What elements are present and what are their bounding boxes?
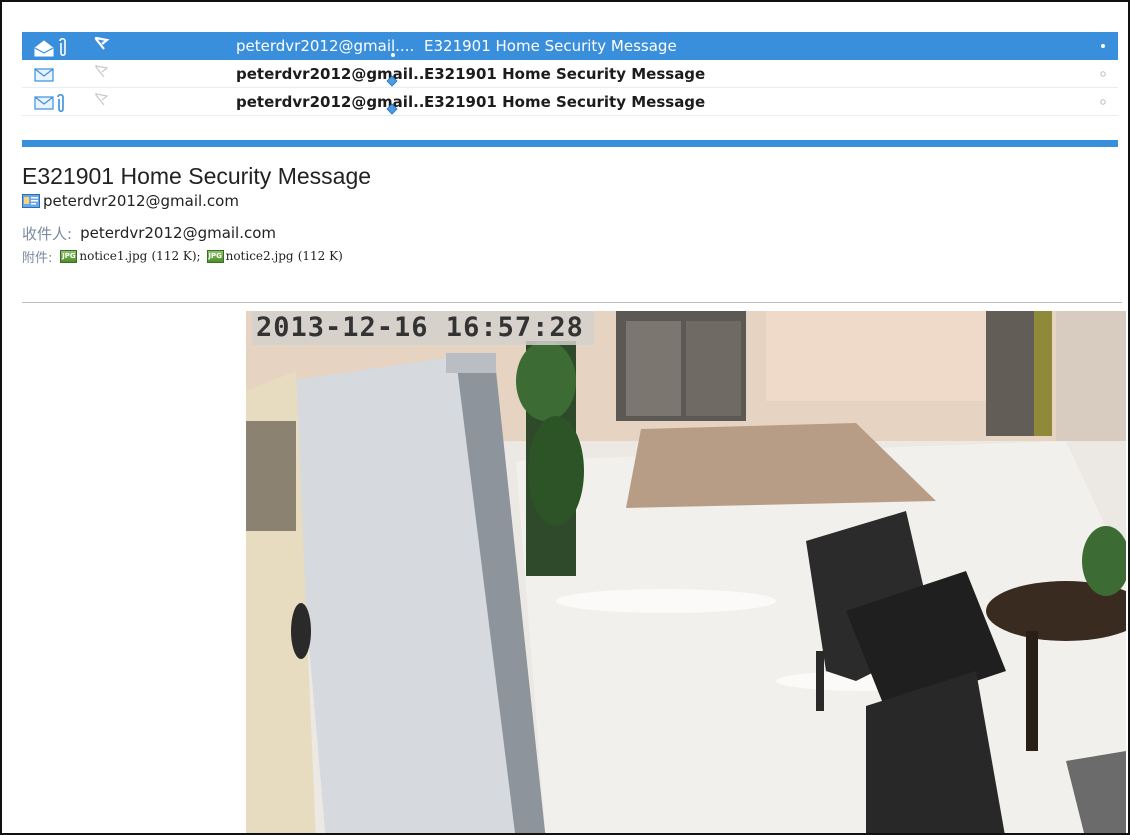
sender-address[interactable]: peterdvr2012@gmail.com <box>43 192 239 210</box>
message-status-icons <box>22 60 82 88</box>
status-dot-icon[interactable] <box>1088 32 1118 60</box>
attachment-size: (112 K) <box>297 248 343 263</box>
attachment-name: notice2.jpg <box>225 248 294 263</box>
message-list: peterdvr2012@gmail.... E321901 Home Secu… <box>22 32 1118 116</box>
flag-icon[interactable] <box>82 88 170 116</box>
flag-icon[interactable] <box>82 60 170 88</box>
recipient-line: 收件人: peterdvr2012@gmail.com <box>22 222 1118 244</box>
camera-snapshot-image: 2013-12-16 16:57:28 <box>246 311 1126 833</box>
to-label: 收件人: <box>22 224 73 243</box>
message-subject: E321901 Home Security Message <box>424 92 706 111</box>
message-subject: E321901 Home Security Message <box>424 64 706 83</box>
flag-icon[interactable] <box>82 32 170 60</box>
camera-timestamp: 2013-12-16 16:57:28 <box>252 311 594 345</box>
jpg-file-icon: JPG <box>60 249 78 263</box>
message-from: peterdvr2012@gmail... <box>170 93 430 115</box>
message-from: peterdvr2012@gmail.... <box>170 37 414 57</box>
attachment-item[interactable]: JPG notice2.jpg (112 K) <box>206 248 343 264</box>
message-row[interactable]: peterdvr2012@gmail... E321901 Home Secur… <box>22 88 1118 116</box>
attachment-name: notice1.jpg <box>79 248 148 263</box>
recipient-address[interactable]: peterdvr2012@gmail.com <box>80 224 276 242</box>
list-divider-bar <box>22 140 1118 147</box>
message-row[interactable]: peterdvr2012@gmail.... E321901 Home Secu… <box>22 32 1118 60</box>
status-dot-icon[interactable] <box>1088 60 1118 88</box>
reading-pane-header: E321901 Home Security Message peterdvr20… <box>22 162 1118 268</box>
sender-line: peterdvr2012@gmail.com <box>22 190 1118 212</box>
email-client-window: peterdvr2012@gmail.... E321901 Home Secu… <box>0 0 1130 835</box>
unread-envelope-attachment-icon <box>34 93 64 112</box>
unread-diamond-icon[interactable] <box>386 101 398 119</box>
message-from: peterdvr2012@gmail... <box>170 65 430 87</box>
message-row[interactable]: peterdvr2012@gmail... E321901 Home Secur… <box>22 60 1118 88</box>
attachment-size: (112 K); <box>151 248 201 263</box>
unread-envelope-icon <box>34 67 54 82</box>
read-envelope-icon <box>34 37 66 57</box>
status-dot-icon[interactable] <box>1088 88 1118 116</box>
header-divider <box>22 302 1122 303</box>
contact-card-icon[interactable] <box>22 194 40 208</box>
attachments-label: 附件: <box>22 250 53 266</box>
message-status-icons <box>22 88 82 116</box>
attachments-line: 附件: JPG notice1.jpg (112 K); JPG notice2.j… <box>22 244 1118 268</box>
jpg-file-icon: JPG <box>206 249 224 263</box>
lobby-scene <box>246 311 1126 833</box>
message-status-icons <box>22 32 82 60</box>
message-title: E321901 Home Security Message <box>22 163 372 189</box>
attachment-item[interactable]: JPG notice1.jpg (112 K); <box>60 248 201 264</box>
message-subject: E321901 Home Security Message <box>424 37 677 55</box>
